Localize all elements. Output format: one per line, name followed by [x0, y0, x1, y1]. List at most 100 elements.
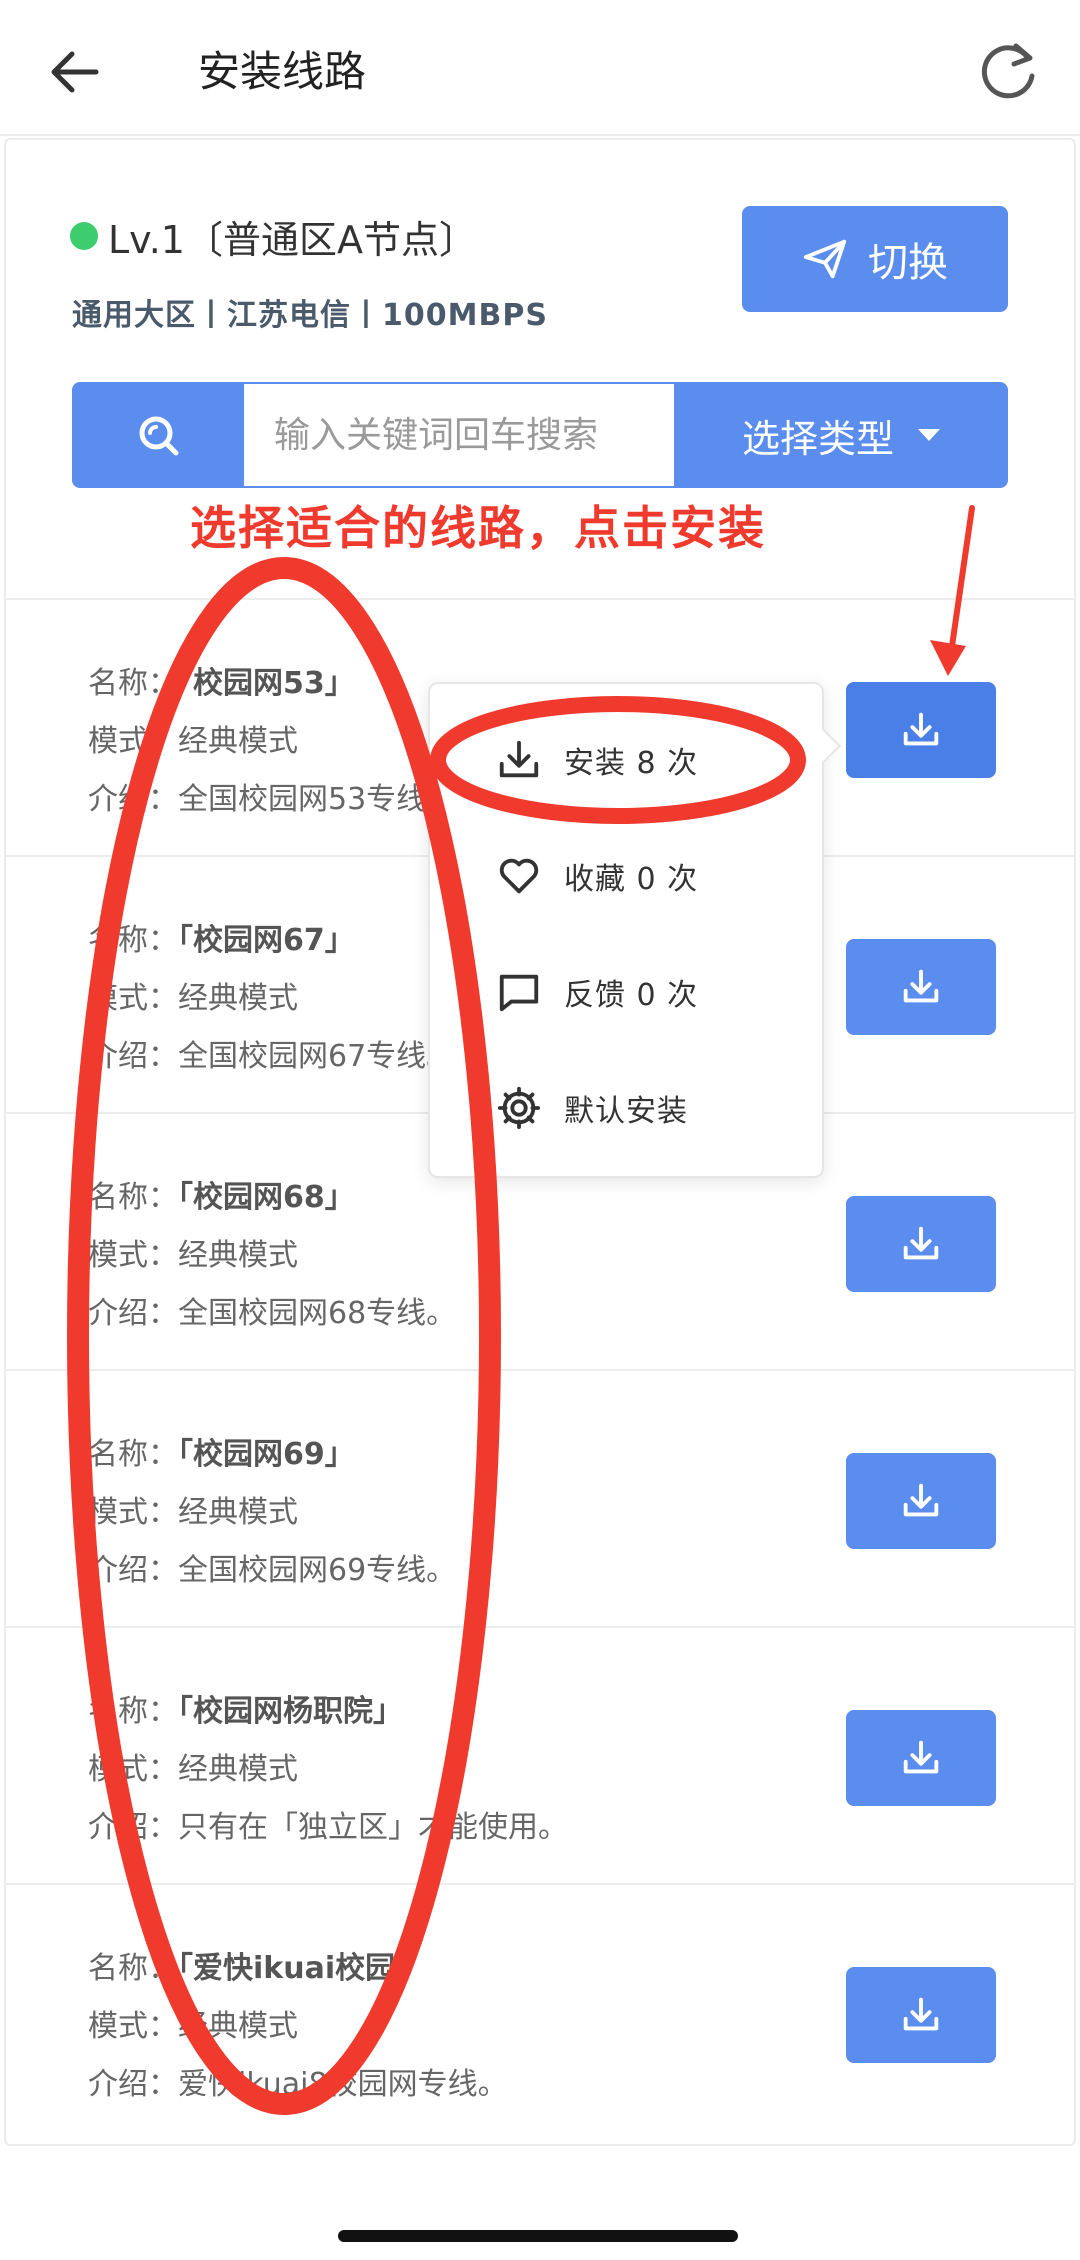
route-name: 「校园网杨职院」 — [178, 1694, 403, 1729]
route-desc: 爱快ikuai8校园网专线。 — [178, 2067, 508, 2102]
download-icon — [903, 1740, 939, 1774]
route-name-label: 名称： — [88, 1951, 178, 1986]
menu-item-favorite-label: 收藏 0 次 — [564, 862, 699, 897]
route-mode-line: 模式：经典模式 — [88, 1230, 298, 1274]
menu-item-feedback[interactable]: 反馈 0 次 — [496, 962, 698, 1022]
route-mode-label: 模式： — [88, 981, 178, 1016]
download-icon — [903, 712, 939, 746]
install-button[interactable] — [846, 1967, 996, 2063]
route-desc-line: 介绍：全国校园网69专线。 — [88, 1545, 456, 1589]
route-mode: 经典模式 — [178, 1752, 298, 1787]
route-mode-label: 模式： — [88, 2009, 178, 2044]
install-button[interactable] — [846, 1196, 996, 1292]
home-indicator — [338, 2230, 738, 2242]
route-name-label: 名称： — [88, 1694, 178, 1729]
search-button[interactable] — [72, 382, 244, 488]
route-mode-line: 模式：经典模式 — [88, 1744, 298, 1788]
route-mode-label: 模式： — [88, 1238, 178, 1273]
page-title: 安装线路 — [198, 47, 367, 96]
route-name: 「校园网53」 — [178, 666, 355, 701]
app-header: 安装线路 — [0, 0, 1080, 136]
chevron-down-icon — [918, 429, 940, 441]
route-mode: 经典模式 — [178, 2009, 298, 2044]
status-dot — [70, 222, 98, 250]
route-mode-label: 模式： — [88, 1752, 178, 1787]
route-desc: 全国校园网68专线。 — [178, 1296, 457, 1331]
route-name: 「爱快ikuai校园」 — [178, 1951, 426, 1986]
install-popover-menu: 安装 8 次 收藏 0 次 反馈 0 次 默认安装 — [428, 682, 841, 1178]
download-icon — [903, 1226, 939, 1260]
route-desc-line: 介绍：爱快ikuai8校园网专线。 — [88, 2059, 508, 2103]
annotation-text: 选择适合的线路，点击安装 — [190, 501, 766, 555]
route-mode: 经典模式 — [178, 724, 298, 759]
route-item: 名称：「校园网69」 模式：经典模式 介绍：全国校园网69专线。 — [4, 1371, 1076, 1628]
route-name-line: 名称：「校园网68」 — [88, 1172, 355, 1216]
download-icon — [903, 969, 939, 1003]
route-name: 「校园网68」 — [178, 1180, 355, 1215]
route-name: 「校园网69」 — [178, 1437, 355, 1472]
route-desc: 全国校园网53专线。 — [178, 782, 457, 817]
route-mode-line: 模式：经典模式 — [88, 2001, 298, 2045]
route-desc-line: 介绍：全国校园网67专线。 — [88, 1031, 456, 1075]
menu-item-default-install-label: 默认安装 — [564, 1094, 688, 1129]
search-icon — [139, 416, 179, 456]
menu-item-install[interactable]: 安装 8 次 — [496, 730, 698, 790]
route-desc-label: 介绍： — [88, 782, 178, 817]
route-desc-label: 介绍： — [88, 2067, 178, 2102]
refresh-icon[interactable] — [972, 36, 1044, 108]
route-mode-line: 模式：经典模式 — [88, 1487, 298, 1531]
route-mode-label: 模式： — [88, 1495, 178, 1530]
back-arrow-icon[interactable] — [44, 40, 108, 104]
route-name-label: 名称： — [88, 1180, 178, 1215]
menu-item-feedback-label: 反馈 0 次 — [564, 978, 699, 1013]
node-title: Lv.1〔普通区A节点〕 — [108, 217, 477, 262]
install-button[interactable] — [846, 682, 996, 778]
route-desc-label: 介绍： — [88, 1810, 178, 1845]
route-name-label: 名称： — [88, 1437, 178, 1472]
install-button[interactable] — [846, 1710, 996, 1806]
route-item: 名称：「校园网杨职院」 模式：经典模式 介绍：只有在「独立区」才能使用。 — [4, 1628, 1076, 1885]
route-desc: 全国校园网69专线。 — [178, 1553, 457, 1588]
route-item: 名称：「爱快ikuai校园」 模式：经典模式 介绍：爱快ikuai8校园网专线。 — [4, 1885, 1076, 2142]
search-input[interactable] — [244, 382, 674, 488]
menu-item-default-install[interactable]: 默认安装 — [496, 1078, 688, 1138]
menu-item-favorite[interactable]: 收藏 0 次 — [496, 846, 698, 906]
route-desc-line: 介绍：全国校园网53专线。 — [88, 774, 456, 818]
download-icon — [903, 1483, 939, 1517]
download-icon — [499, 740, 539, 778]
node-subtitle: 通用大区丨江苏电信丨100MBPS — [72, 298, 548, 333]
route-desc-label: 介绍： — [88, 1296, 178, 1331]
install-button[interactable] — [846, 939, 996, 1035]
route-mode: 经典模式 — [178, 1495, 298, 1530]
type-select-dropdown[interactable]: 选择类型 — [674, 382, 1008, 488]
route-desc-line: 介绍：全国校园网68专线。 — [88, 1288, 456, 1332]
route-name: 「校园网67」 — [178, 923, 355, 958]
download-icon — [903, 1997, 939, 2031]
node-header: Lv.1〔普通区A节点〕 — [70, 208, 477, 264]
route-mode-line: 模式：经典模式 — [88, 716, 298, 760]
route-mode-line: 模式：经典模式 — [88, 973, 298, 1017]
route-name-line: 名称：「校园网53」 — [88, 658, 355, 702]
route-desc-line: 介绍：只有在「独立区」才能使用。 — [88, 1802, 568, 1846]
route-desc: 只有在「独立区」才能使用。 — [178, 1810, 568, 1845]
route-desc: 全国校园网67专线。 — [178, 1039, 457, 1074]
switch-button-label: 切换 — [868, 240, 948, 286]
route-name-line: 名称：「校园网67」 — [88, 915, 355, 959]
route-name-label: 名称： — [88, 923, 178, 958]
route-mode-label: 模式： — [88, 724, 178, 759]
send-icon — [803, 239, 847, 279]
route-name-line: 名称：「校园网69」 — [88, 1429, 355, 1473]
comment-icon — [499, 974, 539, 1012]
route-desc-label: 介绍： — [88, 1039, 178, 1074]
install-button[interactable] — [846, 1453, 996, 1549]
search-bar: 选择类型 — [72, 382, 1008, 488]
menu-item-install-label: 安装 8 次 — [564, 746, 699, 781]
switch-button[interactable]: 切换 — [742, 206, 1008, 312]
route-name-line: 名称：「爱快ikuai校园」 — [88, 1943, 425, 1987]
route-mode: 经典模式 — [178, 981, 298, 1016]
type-select-label: 选择类型 — [741, 416, 894, 461]
route-desc-label: 介绍： — [88, 1553, 178, 1588]
route-name-label: 名称： — [88, 666, 178, 701]
gear-icon — [497, 1086, 541, 1130]
route-name-line: 名称：「校园网杨职院」 — [88, 1686, 403, 1730]
